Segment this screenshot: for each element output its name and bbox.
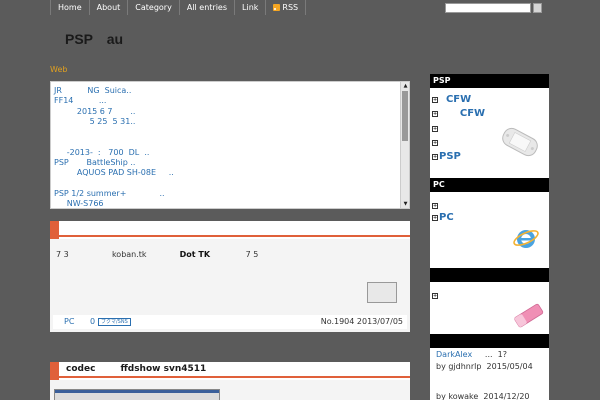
expand-icon[interactable]: +	[432, 126, 438, 132]
post-body: 7 3 koban.tk Dot TK 7 5	[56, 250, 258, 259]
sidebar-item[interactable]: +	[432, 290, 439, 301]
psp-device-icon	[502, 127, 538, 157]
sidebar-item-label: CFW	[439, 94, 472, 105]
internet-explorer-icon	[513, 230, 539, 248]
post-body-text: 7 3 koban.tk	[56, 250, 180, 259]
post-screenshot[interactable]	[54, 389, 220, 400]
news-item[interactable]	[54, 179, 399, 189]
news-item[interactable]: PSP BattleShip ..	[54, 158, 399, 168]
post-body-bold: Dot TK	[179, 250, 211, 259]
nav-home[interactable]: Home	[50, 0, 90, 15]
news-item[interactable]: 2015 6 7 ..	[54, 107, 399, 117]
expand-icon[interactable]: +	[432, 215, 438, 221]
post-body-text-end: 7 5	[210, 250, 259, 259]
sidebar-item[interactable]: +	[432, 137, 439, 148]
post-thumbnail[interactable]	[367, 282, 397, 303]
sidebar-heading-pc: PC	[430, 178, 549, 192]
news-box: JR NG Suica.. FF14 ... 2015 6 7 .. 5 25 …	[50, 81, 410, 209]
news-item[interactable]: FF14 ...	[54, 96, 399, 106]
bookmark-icon[interactable]: ブクマ/SNS	[98, 318, 131, 326]
news-item[interactable]	[54, 127, 399, 137]
post-header	[50, 221, 410, 239]
post-underline	[59, 376, 410, 378]
comment-text: ... 1?	[472, 350, 507, 359]
post-category-link[interactable]: PC	[64, 317, 74, 326]
sidebar-item[interactable]: + CFW	[432, 108, 485, 119]
sidebar-pc-box: + + PC	[430, 192, 549, 268]
expand-icon[interactable]: +	[432, 111, 438, 117]
sidebar-item[interactable]: +	[432, 200, 439, 211]
comment-author: by gjdhnrlp 2015/05/04	[436, 362, 533, 371]
expand-icon[interactable]: +	[432, 140, 438, 146]
sidebar-heading-psp: PSP	[430, 74, 549, 88]
sidebar-item-label: PC	[439, 212, 454, 223]
nav-category[interactable]: Category	[128, 0, 180, 15]
comment-author: by kowake 2014/12/20	[436, 392, 530, 400]
eraser-icon	[514, 303, 544, 328]
post-header: codec ffdshow svn4511	[50, 362, 410, 380]
news-item[interactable]: -2013- : 700 DL ..	[54, 148, 399, 158]
web-label: Web	[50, 65, 68, 74]
sidebar-item[interactable]: + CFW	[432, 94, 471, 105]
post-meta: No.1904 2013/07/05	[320, 317, 403, 326]
sidebar-item[interactable]: + PSP	[432, 151, 461, 162]
news-scrollbar[interactable]: ▲ ▼	[400, 82, 409, 208]
search-input[interactable]	[445, 3, 531, 13]
search-button[interactable]	[533, 3, 542, 13]
scroll-thumb[interactable]	[402, 91, 408, 141]
blog-post: 7 3 koban.tk Dot TK 7 5 PC 0 ブクマ/SNS No.…	[50, 221, 410, 332]
sidebar-heading	[430, 268, 549, 282]
news-item[interactable]: NW-S766	[54, 199, 399, 208]
news-item[interactable]: AQUOS PAD SH-08E ..	[54, 168, 399, 178]
post-accent	[50, 221, 59, 239]
comment-count-link[interactable]: 0	[90, 317, 95, 326]
post-footer: PC 0 ブクマ/SNS No.1904 2013/07/05	[53, 315, 407, 329]
blog-post: codec ffdshow svn4511	[50, 362, 410, 400]
expand-icon[interactable]: +	[432, 203, 438, 209]
nav-all-entries[interactable]: All entries	[180, 0, 236, 15]
sidebar-item-label: CFW	[439, 108, 486, 119]
nav-rss[interactable]: RSS	[266, 0, 307, 15]
sidebar-item-label: PSP	[439, 151, 461, 162]
rss-icon	[273, 4, 281, 11]
news-item[interactable]	[54, 137, 399, 147]
news-list: JR NG Suica.. FF14 ... 2015 6 7 .. 5 25 …	[54, 86, 399, 208]
nav-about[interactable]: About	[90, 0, 129, 15]
sidebar-heading-comments	[430, 334, 549, 348]
news-item[interactable]: PSP 1/2 summer+ ..	[54, 189, 399, 199]
sidebar-box: +	[430, 282, 549, 334]
post-underline	[59, 235, 410, 237]
expand-icon[interactable]: +	[432, 97, 438, 103]
comment-entry[interactable]: DarkAlex ... 1?	[436, 350, 507, 359]
comment-link[interactable]: DarkAlex	[436, 350, 472, 359]
expand-icon[interactable]: +	[432, 154, 438, 160]
nav-rss-label: RSS	[282, 3, 299, 12]
nav-link[interactable]: Link	[235, 0, 267, 15]
sidebar-psp-box: + CFW + CFW + + + PSP	[430, 88, 549, 178]
post-accent	[50, 362, 59, 380]
top-nav: Home About Category All entries Link RSS	[50, 0, 307, 15]
post-title[interactable]: codec ffdshow svn4511	[66, 364, 206, 374]
sidebar-item[interactable]: +	[432, 123, 439, 134]
site-title[interactable]: PSP au	[65, 29, 123, 49]
sidebar-item[interactable]: + PC	[432, 212, 454, 223]
scroll-down-icon[interactable]: ▼	[402, 201, 409, 207]
scroll-up-icon[interactable]: ▲	[402, 83, 409, 89]
sidebar-comments-box: DarkAlex ... 1? by gjdhnrlp 2015/05/04 b…	[430, 348, 549, 400]
news-item[interactable]: 5 25 5 31..	[54, 117, 399, 127]
news-item[interactable]: JR NG Suica..	[54, 86, 399, 96]
expand-icon[interactable]: +	[432, 293, 438, 299]
